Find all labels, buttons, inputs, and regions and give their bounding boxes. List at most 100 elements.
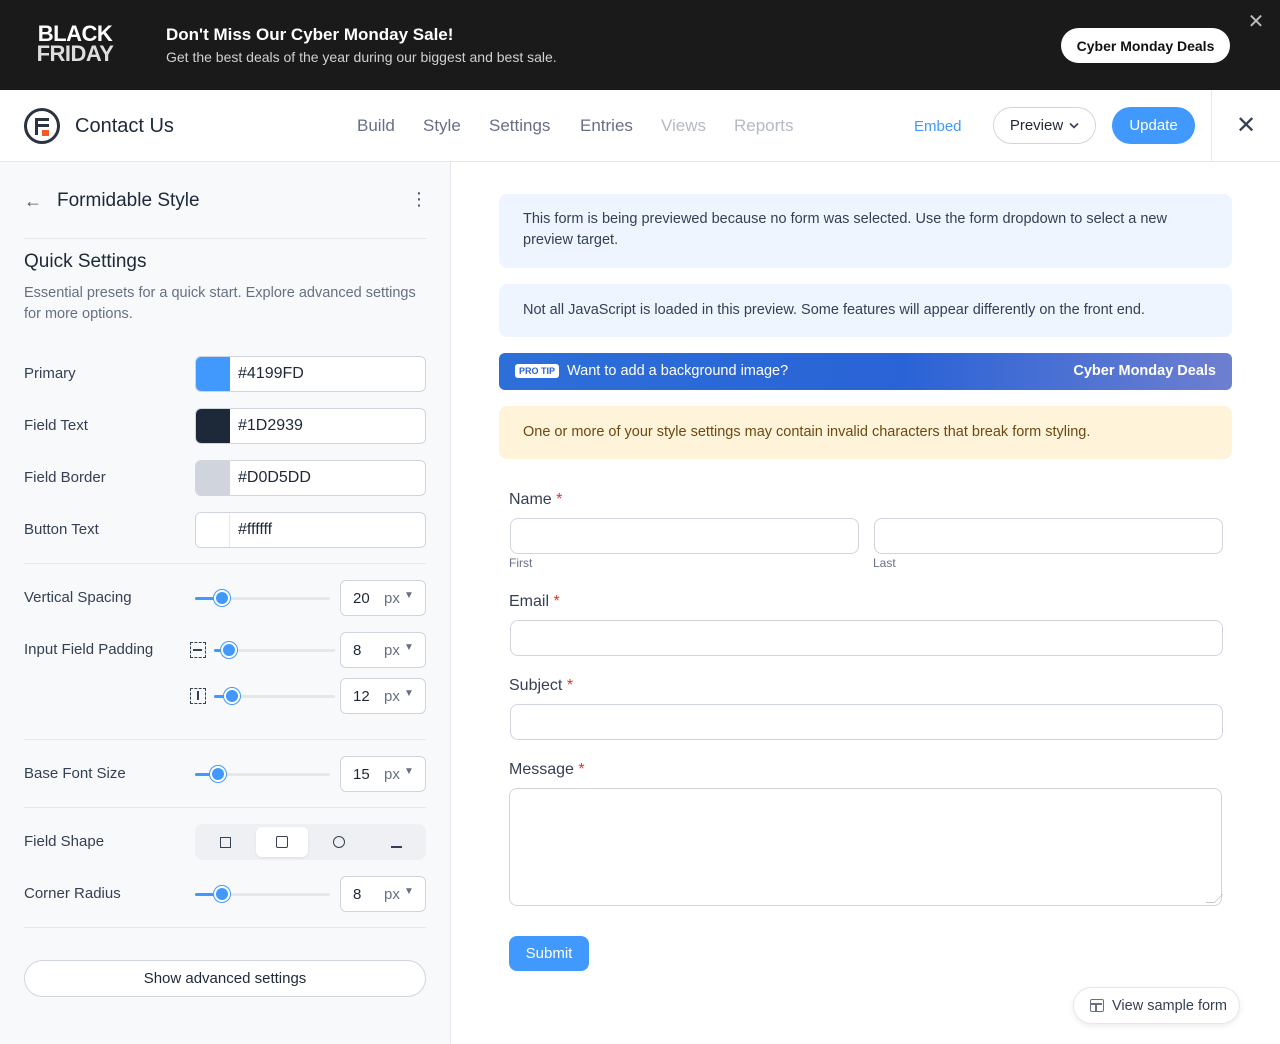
- chevron-down-icon: ▼: [404, 766, 414, 777]
- field-border-color-value[interactable]: #D0D5DD: [230, 469, 311, 487]
- submit-button[interactable]: Submit: [509, 936, 589, 971]
- message-textarea[interactable]: [509, 788, 1222, 906]
- button-text-color-label: Button Text: [24, 521, 99, 538]
- unit-select[interactable]: px: [384, 886, 400, 903]
- required-mark: *: [553, 593, 560, 610]
- close-editor-icon[interactable]: ✕: [1234, 114, 1258, 138]
- slider-handle[interactable]: [224, 688, 240, 704]
- unit-select[interactable]: px: [384, 642, 400, 659]
- email-label-text: Email: [509, 593, 550, 610]
- update-button[interactable]: Update: [1112, 107, 1195, 144]
- base-font-size-label: Base Font Size: [24, 765, 126, 782]
- horizontal-padding-value[interactable]: 12: [353, 688, 370, 705]
- tab-settings[interactable]: Settings: [489, 116, 580, 136]
- field-shape-selector: [195, 824, 426, 860]
- vertical-padding-slider[interactable]: [214, 642, 335, 658]
- form-title: Contact Us: [75, 115, 174, 137]
- preview-notice: This form is being previewed because no …: [499, 194, 1232, 268]
- circle-icon: [333, 836, 345, 848]
- vertical-spacing-input[interactable]: 20 px ▼: [340, 580, 426, 616]
- tab-entries[interactable]: Entries: [580, 116, 661, 136]
- divider: [24, 807, 426, 808]
- field-shape-label: Field Shape: [24, 833, 105, 850]
- corner-radius-label: Corner Radius: [24, 885, 121, 902]
- embed-link[interactable]: Embed: [914, 118, 962, 135]
- subject-input[interactable]: [510, 704, 1223, 740]
- javascript-notice: Not all JavaScript is loaded in this pre…: [499, 284, 1232, 337]
- field-border-color-field[interactable]: #D0D5DD: [195, 460, 426, 496]
- tab-reports: Reports: [734, 116, 794, 135]
- cyber-monday-deals-button[interactable]: Cyber Monday Deals: [1061, 28, 1230, 63]
- unit-select[interactable]: px: [384, 688, 400, 705]
- base-font-size-input[interactable]: 15 px ▼: [340, 756, 426, 792]
- field-border-color-swatch[interactable]: [196, 461, 230, 495]
- primary-color-swatch[interactable]: [196, 357, 230, 391]
- shape-underline-option[interactable]: [370, 827, 422, 857]
- more-options-icon[interactable]: ⋮: [410, 189, 428, 210]
- vertical-spacing-value[interactable]: 20: [353, 590, 370, 607]
- style-name: Formidable Style: [57, 190, 200, 211]
- show-advanced-settings-button[interactable]: Show advanced settings: [24, 960, 426, 997]
- formidable-logo-icon[interactable]: [24, 108, 60, 144]
- first-name-input[interactable]: [510, 518, 859, 554]
- pro-tip-deals-link[interactable]: Cyber Monday Deals: [1073, 363, 1216, 379]
- header-divider: [1211, 90, 1212, 162]
- base-font-size-slider[interactable]: [195, 766, 330, 782]
- button-text-color-field[interactable]: #ffffff: [195, 512, 426, 548]
- field-text-color-value[interactable]: #1D2939: [230, 417, 303, 435]
- tab-style[interactable]: Style: [423, 116, 489, 136]
- subject-label-text: Subject: [509, 677, 563, 694]
- underline-icon: [390, 846, 402, 848]
- tab-build[interactable]: Build: [357, 116, 423, 136]
- slider-handle[interactable]: [210, 766, 226, 782]
- field-text-color-field[interactable]: #1D2939: [195, 408, 426, 444]
- button-text-color-swatch[interactable]: [196, 513, 230, 547]
- slider-handle[interactable]: [214, 590, 230, 606]
- slider-handle[interactable]: [214, 886, 230, 902]
- unit-select[interactable]: px: [384, 590, 400, 607]
- black-friday-logo: BLACK FRIDAY: [30, 23, 120, 65]
- pro-tip-text[interactable]: Want to add a background image?: [567, 363, 788, 379]
- chevron-down-icon: ▼: [404, 886, 414, 897]
- message-label: Message *: [509, 761, 585, 779]
- field-border-color-label: Field Border: [24, 469, 106, 486]
- unit-select[interactable]: px: [384, 766, 400, 783]
- base-font-size-value[interactable]: 15: [353, 766, 370, 783]
- field-text-color-swatch[interactable]: [196, 409, 230, 443]
- shape-circle-option[interactable]: [313, 827, 365, 857]
- rounded-square-icon: [276, 836, 288, 848]
- vertical-padding-value[interactable]: 8: [353, 642, 361, 659]
- view-sample-form-button[interactable]: View sample form: [1073, 987, 1240, 1024]
- required-mark: *: [566, 677, 574, 694]
- corner-radius-slider[interactable]: [195, 886, 330, 902]
- corner-radius-input[interactable]: 8 px ▼: [340, 876, 426, 912]
- last-name-input[interactable]: [874, 518, 1223, 554]
- style-sidebar: ← Formidable Style ⋮ Quick Settings Esse…: [0, 162, 451, 1044]
- preview-button[interactable]: Preview: [993, 107, 1096, 144]
- horizontal-padding-icon: [190, 688, 206, 704]
- divider: [24, 563, 426, 564]
- back-arrow-icon[interactable]: ←: [24, 191, 42, 212]
- horizontal-padding-slider[interactable]: [214, 688, 335, 704]
- pro-tip-banner[interactable]: PRO TIP Want to add a background image? …: [499, 353, 1232, 390]
- tab-views: Views: [661, 116, 707, 135]
- button-text-color-value[interactable]: #ffffff: [230, 521, 272, 539]
- primary-color-field[interactable]: #4199FD: [195, 356, 426, 392]
- horizontal-padding-input[interactable]: 12 px ▼: [340, 678, 426, 714]
- preview-label: Preview: [1009, 117, 1064, 134]
- shape-rounded-option[interactable]: [256, 827, 308, 857]
- main-nav: Build Style Settings Entries Views Repor…: [357, 116, 804, 136]
- vertical-spacing-slider[interactable]: [195, 590, 330, 606]
- close-icon[interactable]: ✕: [1246, 12, 1266, 32]
- vertical-padding-icon: [190, 642, 206, 658]
- shape-square-option[interactable]: [199, 827, 251, 857]
- layout-icon: [1090, 999, 1104, 1012]
- corner-radius-value[interactable]: 8: [353, 886, 361, 903]
- vertical-padding-input[interactable]: 8 px ▼: [340, 632, 426, 668]
- email-input[interactable]: [510, 620, 1223, 656]
- primary-color-value[interactable]: #4199FD: [230, 365, 304, 383]
- chevron-down-icon: ▼: [404, 590, 414, 601]
- slider-handle[interactable]: [221, 642, 237, 658]
- view-sample-form-label: View sample form: [1112, 997, 1227, 1014]
- primary-color-label: Primary: [24, 365, 76, 382]
